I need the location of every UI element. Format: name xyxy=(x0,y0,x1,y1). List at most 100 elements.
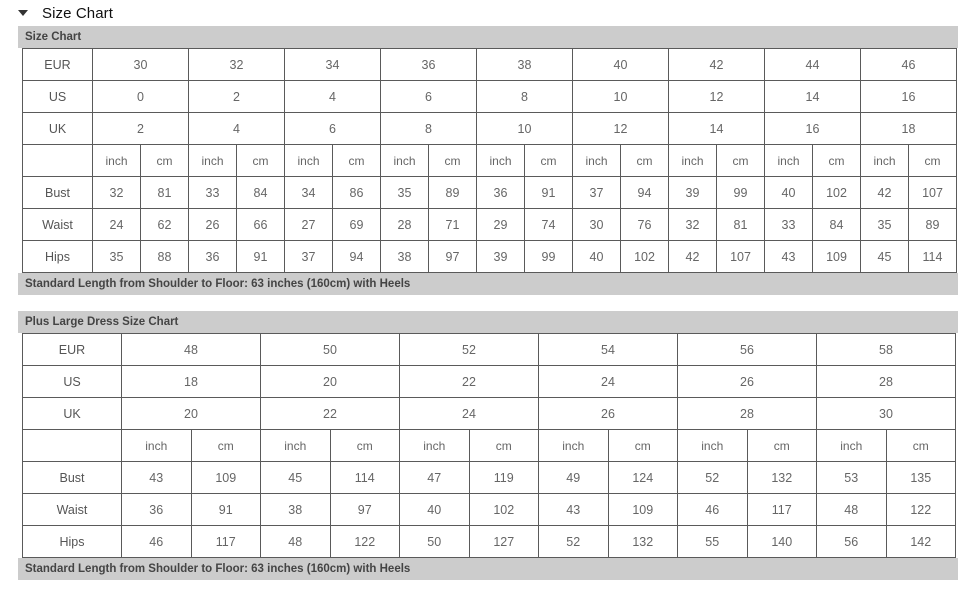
cell-bust-cm-4: 132 xyxy=(746,461,817,494)
cell-uk-4: 10 xyxy=(476,112,573,145)
cell-eur-0: 30 xyxy=(92,48,189,81)
cell-hips-cm-0: 117 xyxy=(190,525,261,558)
cell-us-2: 22 xyxy=(399,365,539,398)
cell-hips-cm-3: 97 xyxy=(428,240,477,273)
cell-bust-inch-4: 52 xyxy=(677,461,748,494)
cell-bust-cm-0: 109 xyxy=(190,461,261,494)
cell-us-1: 2 xyxy=(188,80,285,113)
cell-eur-4: 56 xyxy=(677,333,817,366)
cell-hips-inch-2: 37 xyxy=(284,240,333,273)
size-chart-body: EUR 30 32 34 36 38 40 42 44 46 US 0 2 4 … xyxy=(22,48,957,273)
cell-waist-inch-5: 48 xyxy=(816,493,887,526)
row-label-hips: Hips xyxy=(22,240,93,273)
cell-hips-inch-4: 55 xyxy=(677,525,748,558)
size-chart-section-toggle[interactable]: Size Chart xyxy=(0,0,977,26)
unit-inch-0: inch xyxy=(121,429,192,462)
cell-bust-inch-4: 36 xyxy=(476,176,525,209)
cell-bust-cm-4: 91 xyxy=(524,176,573,209)
cell-waist-inch-4: 29 xyxy=(476,208,525,241)
cell-uk-4: 28 xyxy=(677,397,817,430)
cell-hips-cm-4: 140 xyxy=(746,525,817,558)
plus-size-chart-heading: Plus Large Dress Size Chart xyxy=(18,311,958,333)
table-row-eur: EUR 48 50 52 54 56 58 xyxy=(22,333,956,366)
size-chart-heading: Size Chart xyxy=(18,26,958,48)
cell-us-0: 0 xyxy=(92,80,189,113)
unit-inch-7: inch xyxy=(764,144,813,177)
table-row-units: inch cm inch cm inch cm inch cm inch cm … xyxy=(22,144,957,177)
row-label-eur: EUR xyxy=(22,48,93,81)
unit-cm-8: cm xyxy=(908,144,957,177)
cell-waist-cm-3: 109 xyxy=(607,493,678,526)
cell-hips-inch-4: 39 xyxy=(476,240,525,273)
cell-hips-inch-3: 38 xyxy=(380,240,429,273)
cell-eur-7: 44 xyxy=(764,48,861,81)
cell-us-0: 18 xyxy=(121,365,261,398)
unit-cm-3: cm xyxy=(607,429,678,462)
cell-uk-0: 2 xyxy=(92,112,189,145)
cell-bust-cm-3: 89 xyxy=(428,176,477,209)
cell-bust-inch-0: 32 xyxy=(92,176,141,209)
cell-uk-3: 8 xyxy=(380,112,477,145)
unit-cm-0: cm xyxy=(140,144,189,177)
unit-inch-3: inch xyxy=(538,429,609,462)
cell-uk-2: 24 xyxy=(399,397,539,430)
cell-uk-3: 26 xyxy=(538,397,678,430)
plus-size-chart-table: EUR 48 50 52 54 56 58 US 18 20 22 24 26 … xyxy=(22,333,956,558)
caret-down-icon[interactable] xyxy=(18,10,28,16)
cell-bust-cm-2: 86 xyxy=(332,176,381,209)
cell-bust-cm-8: 107 xyxy=(908,176,957,209)
plus-size-chart-footer-note: Standard Length from Shoulder to Floor: … xyxy=(18,558,958,580)
cell-us-3: 24 xyxy=(538,365,678,398)
cell-waist-inch-8: 35 xyxy=(860,208,909,241)
cell-waist-cm-2: 69 xyxy=(332,208,381,241)
cell-us-4: 26 xyxy=(677,365,817,398)
cell-waist-cm-5: 122 xyxy=(885,493,956,526)
row-label-hips: Hips xyxy=(22,525,122,558)
cell-waist-cm-8: 89 xyxy=(908,208,957,241)
unit-inch-5: inch xyxy=(816,429,887,462)
cell-hips-cm-6: 107 xyxy=(716,240,765,273)
cell-hips-inch-7: 43 xyxy=(764,240,813,273)
cell-waist-cm-7: 84 xyxy=(812,208,861,241)
unit-inch-4: inch xyxy=(476,144,525,177)
cell-uk-5: 12 xyxy=(572,112,669,145)
cell-us-4: 8 xyxy=(476,80,573,113)
cell-uk-2: 6 xyxy=(284,112,381,145)
cell-bust-cm-5: 94 xyxy=(620,176,669,209)
unit-cm-2: cm xyxy=(332,144,381,177)
cell-hips-inch-0: 35 xyxy=(92,240,141,273)
cell-waist-inch-4: 46 xyxy=(677,493,748,526)
cell-waist-cm-6: 81 xyxy=(716,208,765,241)
cell-bust-cm-1: 114 xyxy=(329,461,400,494)
cell-us-2: 4 xyxy=(284,80,381,113)
cell-eur-0: 48 xyxy=(121,333,261,366)
cell-hips-cm-1: 91 xyxy=(236,240,285,273)
cell-uk-1: 22 xyxy=(260,397,400,430)
cell-eur-3: 54 xyxy=(538,333,678,366)
cell-us-7: 14 xyxy=(764,80,861,113)
table-row-us: US 0 2 4 6 8 10 12 14 16 xyxy=(22,80,957,113)
unit-inch-3: inch xyxy=(380,144,429,177)
cell-eur-3: 36 xyxy=(380,48,477,81)
cell-waist-inch-2: 40 xyxy=(399,493,470,526)
cell-hips-inch-0: 46 xyxy=(121,525,192,558)
unit-cm-4: cm xyxy=(524,144,573,177)
cell-us-3: 6 xyxy=(380,80,477,113)
unit-cm-2: cm xyxy=(468,429,539,462)
table-row-waist: Waist 36 91 38 97 40 102 43 109 46 117 4… xyxy=(22,493,956,526)
cell-waist-inch-6: 32 xyxy=(668,208,717,241)
cell-waist-inch-0: 24 xyxy=(92,208,141,241)
unit-inch-1: inch xyxy=(260,429,331,462)
cell-bust-inch-5: 53 xyxy=(816,461,887,494)
row-label-units xyxy=(22,429,122,462)
cell-eur-2: 52 xyxy=(399,333,539,366)
cell-waist-cm-1: 97 xyxy=(329,493,400,526)
cell-hips-cm-2: 94 xyxy=(332,240,381,273)
cell-bust-inch-6: 39 xyxy=(668,176,717,209)
cell-uk-0: 20 xyxy=(121,397,261,430)
cell-hips-cm-3: 132 xyxy=(607,525,678,558)
plus-size-chart-body: EUR 48 50 52 54 56 58 US 18 20 22 24 26 … xyxy=(22,333,956,558)
table-row-us: US 18 20 22 24 26 28 xyxy=(22,365,956,398)
cell-bust-inch-3: 49 xyxy=(538,461,609,494)
unit-cm-1: cm xyxy=(329,429,400,462)
